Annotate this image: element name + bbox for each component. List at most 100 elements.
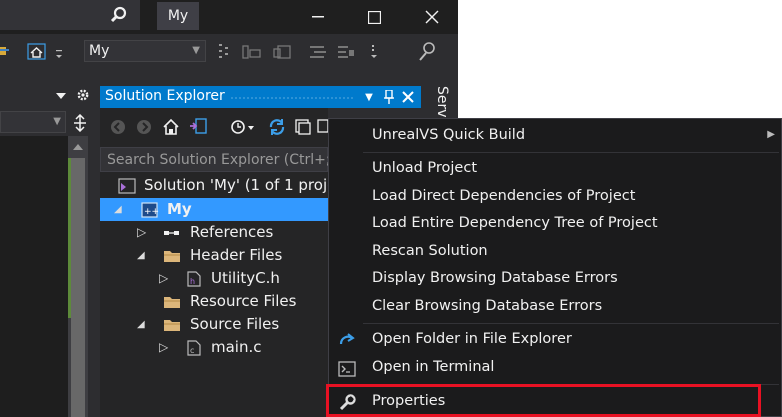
collapse-arrow-icon[interactable]: ◢: [137, 244, 145, 267]
close-pane-button[interactable]: [400, 88, 416, 106]
chevron-down-icon: ▼: [192, 45, 200, 56]
bookmark-nav-icon[interactable]: [270, 40, 294, 64]
cpp-project-icon: ++: [141, 202, 159, 218]
tree-item[interactable]: Resource Files: [100, 290, 328, 313]
menu-item-unrealvs-quick-build[interactable]: UnrealVS Quick Build ▶: [329, 124, 781, 150]
show-all-files-icon[interactable]: [316, 116, 328, 138]
menu-item-label: Unload Project: [372, 160, 478, 176]
menu-item-open-folder-in-file-explorer[interactable]: Open Folder in File Explorer: [329, 328, 781, 354]
pending-changes-filter-icon[interactable]: [228, 116, 258, 138]
menu-item-label: Open Folder in File Explorer: [372, 331, 572, 347]
tree-item[interactable]: ◢ ++ My: [100, 198, 328, 221]
expand-arrow-icon[interactable]: ▷: [159, 336, 168, 359]
expand-arrow-icon[interactable]: ▷: [159, 267, 168, 290]
tree-item[interactable]: ◢ Header Files: [100, 244, 328, 267]
tree-item-label: My: [167, 200, 192, 218]
menu-item-open-in-terminal[interactable]: Open in Terminal: [329, 356, 781, 382]
build-config-value: My: [89, 43, 110, 59]
header-file-icon: h: [186, 271, 202, 287]
scroll-up-icon[interactable]: [70, 140, 86, 154]
toolbar-overflow-icon[interactable]: [366, 40, 384, 64]
search-icon[interactable]: [110, 6, 128, 28]
menu-item-label: Load Direct Dependencies of Project: [372, 188, 636, 204]
collapse-arrow-icon[interactable]: ◢: [114, 198, 122, 221]
drag-grip[interactable]: [230, 96, 355, 100]
menu-item-unload-project[interactable]: Unload Project: [329, 157, 781, 183]
solution-explorer-title: Solution Explorer: [105, 88, 225, 104]
tree-item-label: Resource Files: [190, 292, 297, 310]
menu-item-label: Load Entire Dependency Tree of Project: [372, 215, 658, 231]
tree-item-label: Header Files: [190, 246, 283, 264]
comment-icon[interactable]: [306, 40, 330, 64]
tree-item[interactable]: Solution 'My' (1 of 1 project: [100, 174, 328, 197]
menu-separator: [363, 323, 779, 324]
switch-views-icon[interactable]: [186, 116, 210, 138]
bookmark-icon[interactable]: [240, 40, 264, 64]
menu-item-rescan-solution[interactable]: Rescan Solution: [329, 240, 781, 266]
pane-dropdown-icon[interactable]: [52, 88, 70, 104]
live-share-icon[interactable]: [414, 38, 440, 64]
tree-item-label: main.c: [211, 338, 262, 356]
menu-item-load-direct-dependencies-of-project[interactable]: Load Direct Dependencies of Project: [329, 185, 781, 211]
quick-launch-search[interactable]: [0, 0, 140, 30]
menu-item-label: Display Browsing Database Errors: [372, 270, 618, 286]
minimize-button[interactable]: [298, 3, 338, 31]
menu-item-label: Open in Terminal: [372, 359, 495, 375]
uncomment-icon[interactable]: [334, 40, 358, 64]
title-bar: My: [0, 0, 458, 34]
change-indicator-bar: [68, 158, 71, 318]
tree-item-label: Source Files: [190, 315, 280, 333]
maximize-icon: [367, 10, 381, 24]
menu-item-display-browsing-database-errors[interactable]: Display Browsing Database Errors: [329, 267, 781, 293]
folder-icon: [163, 317, 180, 332]
maximize-button[interactable]: [354, 3, 394, 31]
folder-icon: [163, 294, 180, 309]
home-icon[interactable]: [160, 116, 182, 138]
menu-item-load-entire-dependency-tree-of-project[interactable]: Load Entire Dependency Tree of Project: [329, 212, 781, 238]
pin-icon: [384, 90, 394, 104]
window-position-dropdown[interactable]: ▼: [361, 88, 377, 106]
back-icon[interactable]: [108, 116, 128, 138]
pin-button[interactable]: [381, 88, 397, 106]
scrollbar-thumb[interactable]: [71, 158, 85, 417]
tree-item-label: References: [190, 223, 274, 241]
references-icon: [163, 225, 179, 240]
dropdown-small-icon[interactable]: [52, 44, 66, 62]
menu-item-label: UnrealVS Quick Build: [372, 127, 526, 143]
search-placeholder: Search Solution Explorer (Ctrl+;): [107, 152, 337, 168]
toolbar-grip-icon[interactable]: [214, 40, 236, 64]
menu-item-label: Rescan Solution: [372, 243, 488, 259]
build-config-combo[interactable]: My ▼: [84, 40, 206, 62]
tree-item[interactable]: ▷ References: [100, 221, 328, 244]
toolbar-arrow-icon[interactable]: [0, 42, 10, 60]
code-editor-area[interactable]: [0, 136, 68, 417]
forward-icon[interactable]: [134, 116, 154, 138]
close-window-button[interactable]: [412, 3, 452, 31]
chevron-down-icon: ▼: [53, 116, 61, 127]
tree-item[interactable]: ▷ c main.c: [100, 336, 328, 359]
close-icon: [425, 10, 439, 24]
menu-item-clear-browsing-database-errors[interactable]: Clear Browsing Database Errors: [329, 295, 781, 321]
left-pane-combo[interactable]: ▼: [0, 111, 66, 133]
home-icon[interactable]: [24, 40, 50, 64]
collapse-arrow-icon[interactable]: ◢: [137, 313, 145, 336]
submenu-arrow-icon: ▶: [767, 129, 775, 140]
context-menu: UnrealVS Quick Build ▶ Unload Project Load …: [328, 118, 782, 417]
menu-separator: [363, 152, 779, 153]
collapse-all-icon[interactable]: [292, 116, 314, 138]
tree-item[interactable]: ▷ h UtilityC.h: [100, 267, 328, 290]
sync-icon[interactable]: [266, 116, 288, 138]
gear-icon[interactable]: [74, 86, 92, 104]
folder-icon: [163, 248, 180, 263]
c-file-icon: c: [186, 340, 202, 356]
chevron-down-icon: ▼: [365, 91, 373, 103]
solution-explorer-search-input[interactable]: Search Solution Explorer (Ctrl+;): [100, 147, 336, 172]
close-icon: [402, 91, 414, 103]
menu-item-label: Clear Browsing Database Errors: [372, 298, 603, 314]
solution-icon: [118, 178, 136, 194]
properties-highlight-box: [326, 384, 761, 417]
tree-item-label: UtilityC.h: [211, 269, 280, 287]
split-icon[interactable]: [70, 112, 90, 134]
expand-arrow-icon[interactable]: ▷: [137, 221, 146, 244]
tree-item[interactable]: ◢ Source Files: [100, 313, 328, 336]
